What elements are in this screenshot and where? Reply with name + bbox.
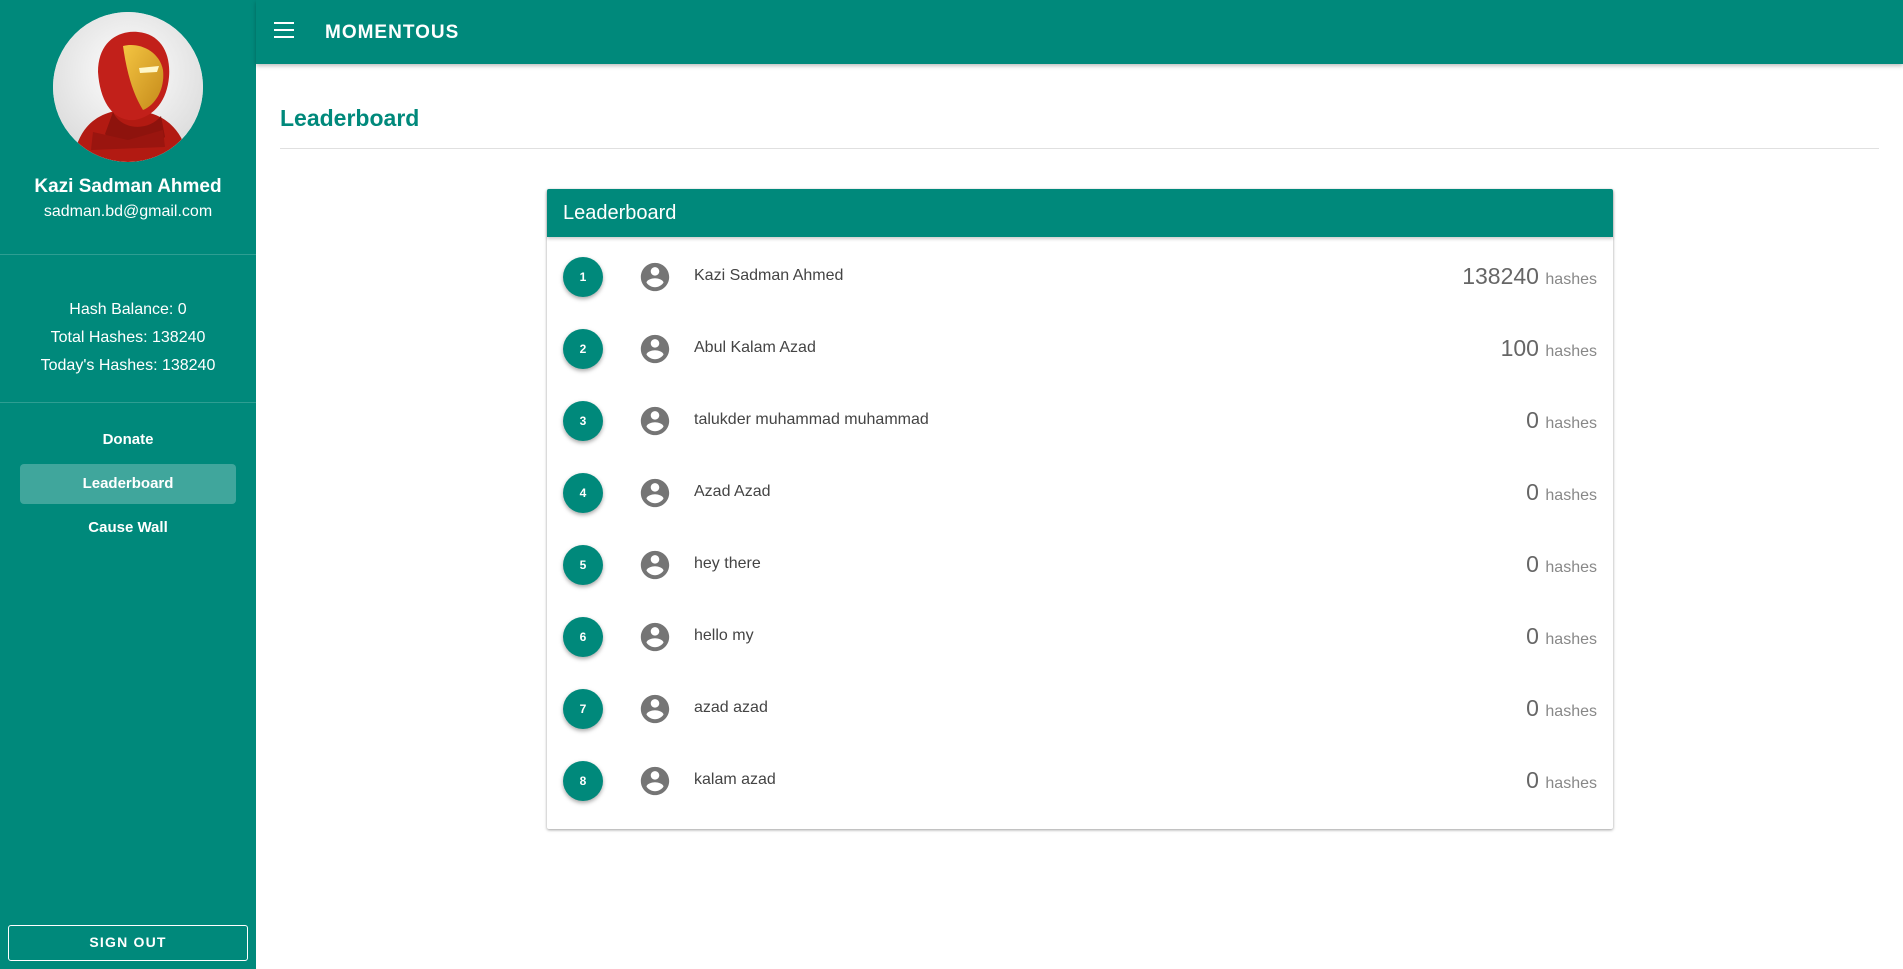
score: 0 hashes	[1526, 695, 1597, 722]
score-value: 138240	[1462, 263, 1539, 289]
score: 0 hashes	[1526, 479, 1597, 506]
sign-out-button[interactable]: SIGN OUT	[8, 925, 248, 961]
user-name: kalam azad	[694, 771, 776, 788]
todays-hashes: Today's Hashes: 138240	[40, 357, 216, 374]
score-unit: hashes	[1545, 271, 1597, 288]
user-name: Kazi Sadman Ahmed	[694, 267, 844, 284]
score-unit: hashes	[1545, 415, 1597, 432]
score-unit: hashes	[1545, 631, 1597, 648]
leaderboard-row: 2 Abul Kalam Azad 100 hashes	[547, 313, 1613, 385]
avatar	[53, 12, 203, 162]
rank-badge: 8	[563, 761, 603, 801]
account-circle-icon	[640, 766, 670, 796]
rank-badge: 4	[563, 473, 603, 513]
hash-stats: Hash Balance: 0 Total Hashes: 138240 Tod…	[0, 296, 256, 380]
leaderboard-row: 7 azad azad 0 hashes	[547, 673, 1613, 745]
user-name: hey there	[694, 555, 761, 572]
rank-badge: 7	[563, 689, 603, 729]
score-unit: hashes	[1545, 487, 1597, 504]
user-name: Azad Azad	[694, 483, 771, 500]
account-circle-icon	[640, 334, 670, 364]
leaderboard-list: 1 Kazi Sadman Ahmed 138240 hashes 2 Abul…	[547, 237, 1613, 817]
profile-name: Kazi Sadman Ahmed	[34, 176, 222, 197]
sidebar-divider	[0, 254, 256, 255]
score-unit: hashes	[1545, 775, 1597, 792]
profile-email: sadman.bd@gmail.com	[43, 203, 213, 220]
sidebar: Kazi Sadman Ahmed sadman.bd@gmail.com Ha…	[0, 0, 256, 969]
menu-icon[interactable]	[274, 22, 294, 38]
sidebar-divider	[0, 402, 256, 403]
rank-badge: 6	[563, 617, 603, 657]
score-value: 0	[1526, 407, 1539, 433]
score-value: 0	[1526, 479, 1539, 505]
leaderboard-row: 6 hello my 0 hashes	[547, 601, 1613, 673]
leaderboard-row: 8 kalam azad 0 hashes	[547, 745, 1613, 817]
sidebar-nav: Donate Leaderboard Cause Wall	[20, 420, 236, 552]
user-name: hello my	[694, 627, 754, 644]
nav-item-leaderboard[interactable]: Leaderboard	[20, 464, 236, 504]
account-circle-icon	[640, 406, 670, 436]
score: 0 hashes	[1526, 407, 1597, 434]
leaderboard-row: 3 talukder muhammad muhammad 0 hashes	[547, 385, 1613, 457]
total-hashes: Total Hashes: 138240	[50, 329, 206, 346]
leaderboard-card: Leaderboard 1 Kazi Sadman Ahmed 138240 h…	[547, 189, 1613, 829]
rank-badge: 1	[563, 257, 603, 297]
app-title: MOMENTOUS	[325, 22, 460, 43]
score: 0 hashes	[1526, 767, 1597, 794]
leaderboard-row: 1 Kazi Sadman Ahmed 138240 hashes	[547, 241, 1613, 313]
score: 100 hashes	[1501, 335, 1597, 362]
account-circle-icon	[640, 622, 670, 652]
score-value: 0	[1526, 695, 1539, 721]
nav-item-cause-wall[interactable]: Cause Wall	[20, 508, 236, 548]
rank-badge: 3	[563, 401, 603, 441]
leaderboard-row: 5 hey there 0 hashes	[547, 529, 1613, 601]
score: 0 hashes	[1526, 551, 1597, 578]
account-circle-icon	[640, 550, 670, 580]
rank-badge: 2	[563, 329, 603, 369]
score-value: 100	[1500, 335, 1539, 361]
score-unit: hashes	[1545, 559, 1597, 576]
nav-item-donate[interactable]: Donate	[20, 420, 236, 460]
account-circle-icon	[640, 262, 670, 292]
rank-badge: 5	[563, 545, 603, 585]
account-circle-icon	[640, 694, 670, 724]
account-circle-icon	[640, 478, 670, 508]
score-unit: hashes	[1545, 343, 1597, 360]
score-value: 0	[1526, 767, 1539, 793]
title-divider	[280, 148, 1879, 149]
score-unit: hashes	[1545, 703, 1597, 720]
score: 138240 hashes	[1462, 263, 1597, 290]
score: 0 hashes	[1526, 623, 1597, 650]
leaderboard-header: Leaderboard	[547, 189, 1613, 237]
user-name: Abul Kalam Azad	[694, 339, 816, 356]
score-value: 0	[1526, 551, 1539, 577]
hash-balance: Hash Balance: 0	[69, 301, 187, 318]
user-name: talukder muhammad muhammad	[694, 411, 929, 428]
score-value: 0	[1526, 623, 1539, 649]
app-bar: MOMENTOUS	[256, 0, 1903, 64]
user-name: azad azad	[694, 699, 768, 716]
leaderboard-row: 4 Azad Azad 0 hashes	[547, 457, 1613, 529]
page-title: Leaderboard	[280, 105, 420, 131]
